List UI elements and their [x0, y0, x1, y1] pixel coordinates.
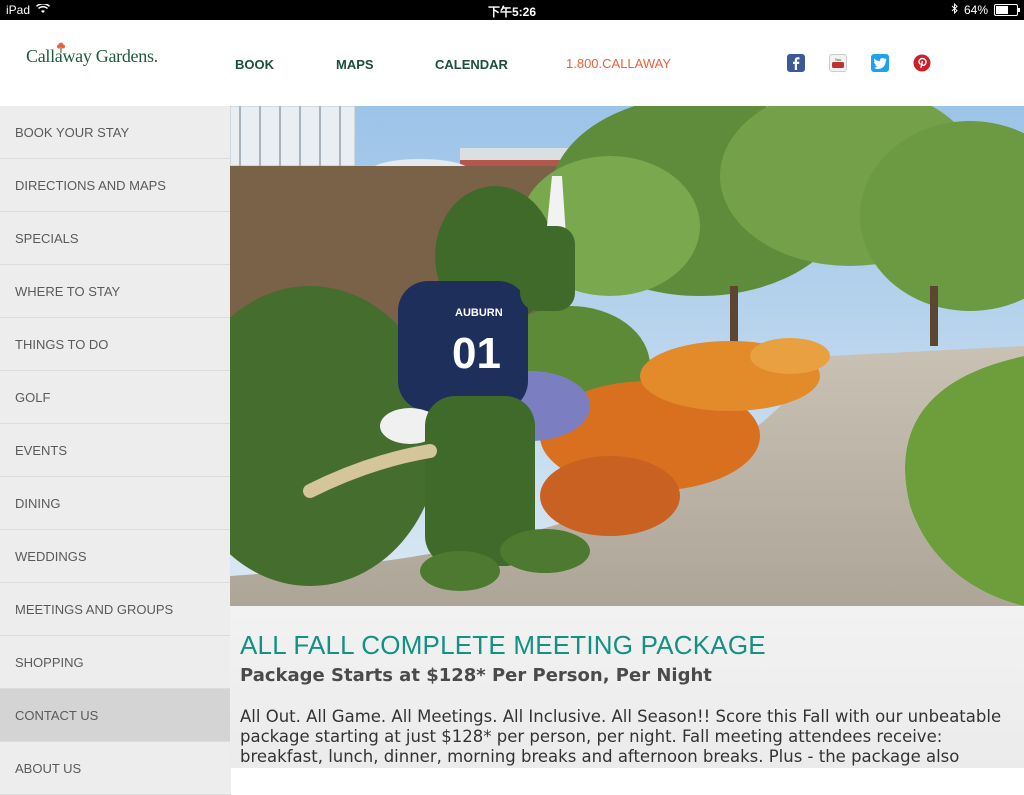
- bluetooth-icon: [951, 2, 958, 17]
- pinterest-icon[interactable]: [913, 54, 931, 72]
- sidebar-item-shopping[interactable]: SHOPPING: [0, 636, 231, 689]
- package-description: All Out. All Game. All Meetings. All Inc…: [240, 707, 1002, 766]
- status-time: 下午5:26: [487, 5, 537, 19]
- flower-logo-icon: [57, 42, 65, 53]
- sidebar-item-golf[interactable]: GOLF: [0, 371, 231, 424]
- sidebar-item-events[interactable]: EVENTS: [0, 424, 231, 477]
- package-title: ALL FALL COMPLETE MEETING PACKAGE: [240, 630, 766, 660]
- logo-text: Callaway Gardens.: [26, 46, 158, 66]
- sidebar-item-where-to-stay[interactable]: WHERE TO STAY: [0, 265, 231, 318]
- sidebar-nav: BOOK YOUR STAY DIRECTIONS AND MAPS SPECI…: [0, 106, 231, 795]
- battery-icon: [994, 4, 1020, 16]
- status-bar: iPad 下午5:26 64%: [0, 0, 1024, 20]
- jersey-text: AUBURN: [455, 307, 503, 319]
- sidebar-item-specials[interactable]: SPECIALS: [0, 212, 231, 265]
- youtube-icon[interactable]: You: [829, 54, 847, 72]
- hero-image: AUBURN 01: [230, 106, 1024, 606]
- callaway-logo[interactable]: Callaway Gardens.: [26, 42, 158, 67]
- twitter-icon[interactable]: [871, 54, 889, 72]
- sidebar-item-contact-us[interactable]: CONTACT US: [0, 689, 231, 742]
- nav-maps[interactable]: MAPS: [336, 57, 374, 72]
- sidebar-item-meetings-and-groups[interactable]: MEETINGS AND GROUPS: [0, 583, 231, 636]
- sidebar-item-book-your-stay[interactable]: BOOK YOUR STAY: [0, 106, 231, 159]
- sidebar-item-things-to-do[interactable]: THINGS TO DO: [0, 318, 231, 371]
- sidebar-item-about-us[interactable]: ABOUT US: [0, 742, 231, 795]
- facebook-icon[interactable]: [787, 54, 805, 72]
- svg-text:You: You: [835, 57, 842, 62]
- sidebar-item-weddings[interactable]: WEDDINGS: [0, 530, 231, 583]
- battery-percent: 64%: [963, 3, 988, 17]
- package-subtitle: Package Starts at $128* Per Person, Per …: [240, 665, 712, 686]
- content-section: ALL FALL COMPLETE MEETING PACKAGE Packag…: [230, 606, 1024, 768]
- sidebar-item-directions-and-maps[interactable]: DIRECTIONS AND MAPS: [0, 159, 231, 212]
- nav-book[interactable]: BOOK: [235, 57, 274, 72]
- jersey-number: 01: [452, 329, 501, 378]
- phone-link[interactable]: 1.800.CALLAWAY: [566, 56, 671, 71]
- sidebar-item-dining[interactable]: DINING: [0, 477, 231, 530]
- garden-topiary-illustration: AUBURN 01: [230, 106, 1024, 606]
- site-header: Callaway Gardens. BOOK MAPS CALENDAR 1.8…: [0, 20, 1024, 106]
- nav-calendar[interactable]: CALENDAR: [435, 57, 508, 72]
